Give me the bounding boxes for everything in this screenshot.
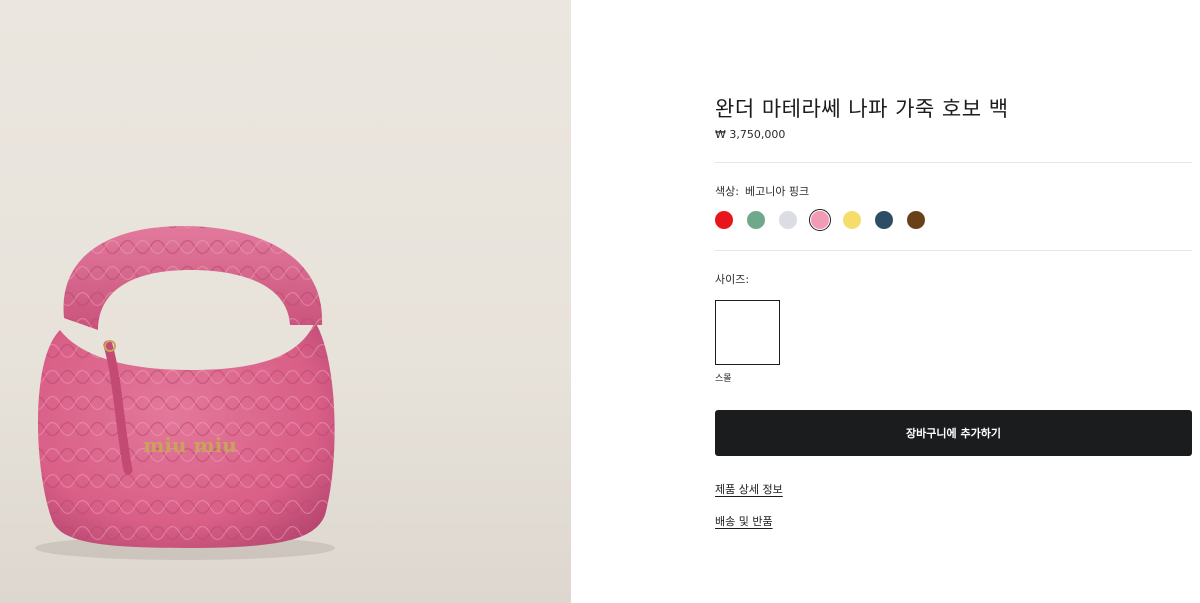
color-swatches bbox=[715, 209, 925, 231]
shipping-returns-link[interactable]: 배송 및 반품 bbox=[715, 513, 773, 529]
color-label-text: 색상: bbox=[715, 185, 739, 198]
product-title: 완더 마테라쎄 나파 가죽 호보 백 bbox=[715, 97, 1009, 121]
size-label: 사이즈: bbox=[715, 273, 750, 286]
swatch-red[interactable] bbox=[715, 211, 733, 229]
swatch-dark-teal[interactable] bbox=[875, 211, 893, 229]
color-label: 색상: 베고니아 핑크 bbox=[715, 183, 809, 199]
product-price: ₩ 3,750,000 bbox=[715, 128, 786, 141]
swatch-light-grey[interactable] bbox=[779, 211, 797, 229]
size-option-small[interactable] bbox=[715, 300, 780, 365]
hobo-bag-illustration: miu miu bbox=[35, 225, 335, 560]
product-image: miu miu bbox=[0, 0, 571, 603]
divider bbox=[715, 162, 1192, 163]
product-details-link[interactable]: 제품 상세 정보 bbox=[715, 481, 783, 497]
size-option-label: 스몰 bbox=[715, 374, 732, 384]
swatch-begonia-pink[interactable] bbox=[809, 209, 831, 231]
swatch-sage-green[interactable] bbox=[747, 211, 765, 229]
product-info: 완더 마테라쎄 나파 가죽 호보 백 ₩ 3,750,000 색상: 베고니아 핑… bbox=[715, 0, 1192, 603]
add-to-cart-button[interactable]: 장바구니에 추가하기 bbox=[715, 410, 1192, 456]
swatch-brown[interactable] bbox=[907, 211, 925, 229]
selected-color-name: 베고니아 핑크 bbox=[744, 185, 810, 198]
brand-logo: miu miu bbox=[143, 433, 237, 457]
swatch-yellow[interactable] bbox=[843, 211, 861, 229]
divider bbox=[715, 250, 1192, 251]
